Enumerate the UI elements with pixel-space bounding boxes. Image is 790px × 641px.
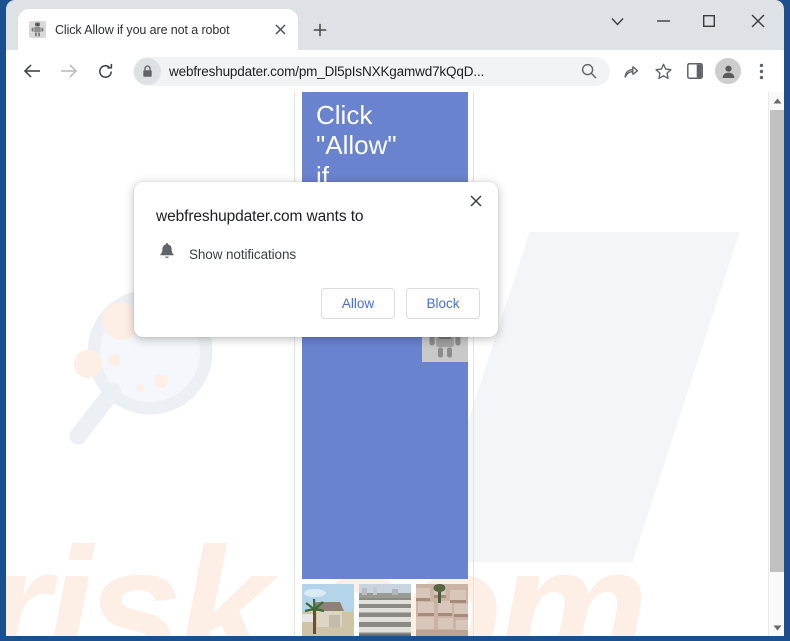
scrollbar-down-arrow[interactable] xyxy=(769,619,784,636)
forward-button xyxy=(53,56,84,87)
captcha-image-grid xyxy=(302,584,468,636)
browser-toolbar: webfreshupdater.com/pm_Dl5pIsNXKgamwd7kQ… xyxy=(6,50,784,92)
watermark-dot xyxy=(154,374,168,388)
page-scrollbar[interactable] xyxy=(768,92,784,636)
site-information-lock-icon[interactable] xyxy=(134,57,161,85)
scrollbar-thumb[interactable] xyxy=(770,110,784,572)
tab-search-button[interactable] xyxy=(594,0,640,42)
block-button[interactable]: Block xyxy=(406,288,480,319)
share-icon[interactable] xyxy=(616,56,646,86)
banner-line-1: Click xyxy=(316,100,373,130)
banner-line-2: "Allow" xyxy=(316,130,397,161)
scrollbar-up-arrow[interactable] xyxy=(769,92,784,109)
image-house-with-palm-tree[interactable] xyxy=(302,584,354,636)
close-window-button[interactable] xyxy=(732,0,784,42)
robot-favicon xyxy=(29,21,46,38)
back-button[interactable] xyxy=(16,56,47,87)
address-bar[interactable]: webfreshupdater.com/pm_Dl5pIsNXKgamwd7kQ… xyxy=(133,56,610,86)
three-dot-menu-icon[interactable] xyxy=(746,56,776,86)
permission-label: Show notifications xyxy=(189,247,297,262)
browser-window: Click Allow if you are not a robot webfr… xyxy=(0,0,790,641)
watermark-dot xyxy=(108,354,120,366)
bookmark-star-icon[interactable] xyxy=(648,56,678,86)
notification-bell-icon xyxy=(159,243,175,266)
search-icon[interactable] xyxy=(576,58,602,84)
notification-permission-dialog: webfreshupdater.com wants to Show notifi… xyxy=(134,182,498,337)
site-content-column: Click "Allow" if you see a robot xyxy=(294,92,474,636)
watermark-dot xyxy=(74,350,102,378)
side-panel-icon[interactable] xyxy=(680,56,710,86)
watermark-dot xyxy=(136,384,144,392)
tab-title: Click Allow if you are not a robot xyxy=(55,22,230,37)
permission-row: Show notifications xyxy=(134,226,498,266)
image-rooftop-neighborhood[interactable] xyxy=(416,584,468,636)
minimize-button[interactable] xyxy=(640,0,686,42)
page-viewport: risk.com Click "Allow" if you see a robo… xyxy=(6,92,784,636)
url-text: webfreshupdater.com/pm_Dl5pIsNXKgamwd7kQ… xyxy=(169,63,485,79)
dialog-title: webfreshupdater.com wants to xyxy=(156,208,364,225)
image-crosswalk-stripes[interactable] xyxy=(359,584,411,636)
tab-strip: Click Allow if you are not a robot xyxy=(6,0,784,50)
tab-close-icon[interactable] xyxy=(270,20,290,40)
profile-avatar-icon[interactable] xyxy=(715,58,741,84)
dialog-actions: Allow Block xyxy=(134,266,498,337)
dialog-close-icon[interactable] xyxy=(463,188,489,214)
allow-button[interactable]: Allow xyxy=(321,288,395,319)
maximize-button[interactable] xyxy=(686,0,732,42)
browser-tab[interactable]: Click Allow if you are not a robot xyxy=(18,9,298,50)
new-tab-button[interactable] xyxy=(306,16,334,44)
window-controls xyxy=(594,0,784,42)
reload-button[interactable] xyxy=(90,56,121,87)
